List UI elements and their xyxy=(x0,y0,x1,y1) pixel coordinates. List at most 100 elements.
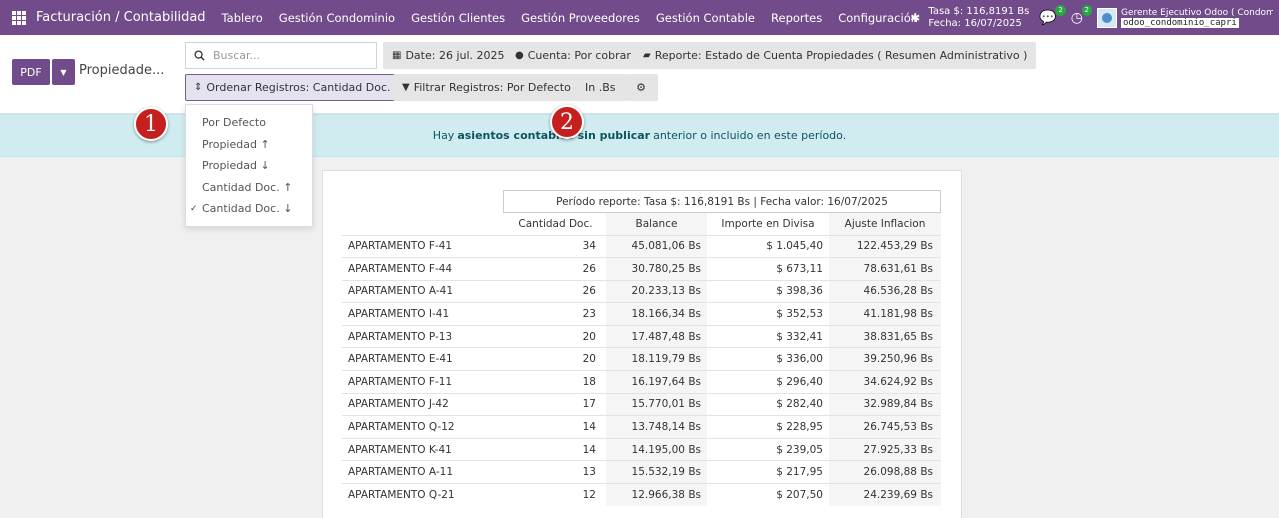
menu-item-reportes[interactable]: Reportes xyxy=(771,11,822,25)
cell-ajuste-inflacion: 38.831,65 Bs xyxy=(829,324,941,348)
cell-balance: 18.166,34 Bs xyxy=(606,302,707,326)
pdf-button[interactable]: PDF xyxy=(12,59,50,85)
step-marker-2: 2 xyxy=(550,105,584,139)
cell-importe-divisa: $ 228,95 xyxy=(707,415,829,439)
cell-property: APARTAMENTO A-41 xyxy=(342,279,505,303)
order-records-button[interactable]: ⇕ Ordenar Registros: Cantidad Doc. ↓ xyxy=(185,74,413,101)
order-option-count-desc[interactable]: Cantidad Doc. ↓ xyxy=(186,198,312,220)
cell-property: APARTAMENTO E-41 xyxy=(342,347,505,371)
header-cantidad-doc: Cantidad Doc. xyxy=(518,217,593,230)
gears-icon: ⚙ xyxy=(636,81,646,94)
cell-cantidad-doc: 20 xyxy=(505,347,606,371)
cell-importe-divisa: $ 398,36 xyxy=(707,279,829,303)
fecha-text: Fecha: 16/07/2025 xyxy=(928,17,1022,29)
search-icon xyxy=(194,50,205,61)
cell-importe-divisa: $ 352,53 xyxy=(707,302,829,326)
table-row[interactable]: APARTAMENTO A-41 26 20.233,13 Bs $ 398,36 46… xyxy=(342,279,941,303)
messages-badge: 2 xyxy=(1055,4,1066,16)
currency-button[interactable]: In .Bs xyxy=(576,74,625,101)
menu-item-gestion-contable[interactable]: Gestión Contable xyxy=(656,11,755,25)
cell-cantidad-doc: 23 xyxy=(505,302,606,326)
cell-property: APARTAMENTO K-41 xyxy=(342,437,505,461)
menu-item-gestion-clientes[interactable]: Gestión Clientes xyxy=(411,11,505,25)
exchange-rate-info: Tasa $: 116,8191 Bs Fecha: 16/07/2025 xyxy=(928,6,1029,30)
alert-prefix: Hay xyxy=(432,129,455,142)
pdf-dropdown-toggle[interactable]: ▼ xyxy=(52,59,75,85)
table-row[interactable]: APARTAMENTO A-11 13 15.532,19 Bs $ 217,95 26… xyxy=(342,460,941,484)
cell-cantidad-doc: 17 xyxy=(505,392,606,416)
cell-balance: 14.195,00 Bs xyxy=(606,437,707,461)
cell-balance: 15.770,01 Bs xyxy=(606,392,707,416)
cell-cantidad-doc: 14 xyxy=(505,415,606,439)
alert-suffix: anterior o incluido en este período. xyxy=(653,129,847,142)
currency-label: In .Bs xyxy=(585,81,616,94)
navbar-systray: ✱ Tasa $: 116,8191 Bs Fecha: 16/07/2025 … xyxy=(910,0,1273,35)
table-row[interactable]: APARTAMENTO P-13 20 17.487,48 Bs $ 332,41 38… xyxy=(342,324,941,348)
account-filter-button[interactable]: ● Cuenta: Por cobrar xyxy=(506,42,640,69)
table-row[interactable]: APARTAMENTO F-11 18 16.197,64 Bs $ 296,40 34… xyxy=(342,370,941,394)
menu-item-gestion-proveedores[interactable]: Gestión Proveedores xyxy=(521,11,640,25)
cell-ajuste-inflacion: 46.536,28 Bs xyxy=(829,279,941,303)
settings-button[interactable]: ⚙ xyxy=(624,74,658,101)
cell-balance: 18.119,79 Bs xyxy=(606,347,707,371)
order-option-property-desc[interactable]: Propiedad ↓ xyxy=(186,155,312,177)
cell-cantidad-doc: 20 xyxy=(505,324,606,348)
header-property xyxy=(342,213,505,235)
sort-icon: ⇕ xyxy=(194,82,203,93)
cell-balance: 17.487,48 Bs xyxy=(606,324,707,348)
cell-ajuste-inflacion: 26.098,88 Bs xyxy=(829,460,941,484)
filter-records-button[interactable]: ▼ Filtrar Registros: Por Defecto xyxy=(393,74,580,101)
order-option-property-asc[interactable]: Propiedad ↑ xyxy=(186,134,312,156)
cell-ajuste-inflacion: 41.181,98 Bs xyxy=(829,302,941,326)
table-row[interactable]: APARTAMENTO I-41 23 18.166,34 Bs $ 352,53 41… xyxy=(342,302,941,326)
activities-badge: 2 xyxy=(1081,4,1092,16)
cell-importe-divisa: $ 332,41 xyxy=(707,324,829,348)
date-filter-button[interactable]: ▦ Date: 26 jul. 2025 xyxy=(383,42,514,69)
search-box[interactable] xyxy=(185,42,377,69)
cell-importe-divisa: $ 282,40 xyxy=(707,392,829,416)
cell-property: APARTAMENTO Q-21 xyxy=(342,483,505,507)
cell-property: APARTAMENTO F-41 xyxy=(342,234,505,258)
table-row[interactable]: APARTAMENTO K-41 14 14.195,00 Bs $ 239,05 27… xyxy=(342,437,941,461)
table-row[interactable]: APARTAMENTO E-41 20 18.119,79 Bs $ 336,00 39… xyxy=(342,347,941,371)
cell-ajuste-inflacion: 34.624,92 Bs xyxy=(829,370,941,394)
order-option-default[interactable]: Por Defecto xyxy=(186,112,312,134)
order-records-dropdown: Por Defecto Propiedad ↑ Propiedad ↓ Cant… xyxy=(185,104,313,227)
report-sheet: Período reporte: Tasa $: 116,8191 Bs | F… xyxy=(322,170,962,518)
calendar-icon: ▦ xyxy=(392,50,402,61)
order-option-count-asc[interactable]: Cantidad Doc. ↑ xyxy=(186,177,312,199)
table-row[interactable]: APARTAMENTO Q-12 14 13.748,14 Bs $ 228,95 26… xyxy=(342,415,941,439)
order-records-label: Ordenar Registros: Cantidad Doc. ↓ xyxy=(206,81,404,94)
menu-item-configuracion[interactable]: Configuración xyxy=(838,11,918,25)
user-menu[interactable]: Gerente Ejecutivo Odoo ( Condomi... odoo… xyxy=(1121,8,1273,28)
app-title[interactable]: Facturación / Contabilidad xyxy=(36,10,206,25)
cell-property: APARTAMENTO A-11 xyxy=(342,460,505,484)
cell-ajuste-inflacion: 32.989,84 Bs xyxy=(829,392,941,416)
avatar[interactable] xyxy=(1097,7,1117,28)
search-input[interactable] xyxy=(213,49,363,62)
table-row[interactable]: APARTAMENTO F-41 34 45.081,06 Bs $ 1.045,40… xyxy=(342,234,941,258)
report-table: Cantidad Doc. Balance Importe en Divisa … xyxy=(342,213,941,507)
report-filter-button[interactable]: ▰ Reporte: Estado de Cuenta Propiedades (… xyxy=(634,42,1037,69)
cell-balance: 45.081,06 Bs xyxy=(606,234,707,258)
cell-ajuste-inflacion: 27.925,33 Bs xyxy=(829,437,941,461)
table-row[interactable]: APARTAMENTO J-42 17 15.770,01 Bs $ 282,40 32… xyxy=(342,392,941,416)
main-menu: Tablero Gestión Condominio Gestión Clien… xyxy=(222,11,934,25)
cell-importe-divisa: $ 207,50 xyxy=(707,483,829,507)
bug-icon[interactable]: ✱ xyxy=(910,11,920,25)
table-row[interactable]: APARTAMENTO F-44 26 30.780,25 Bs $ 673,11 78… xyxy=(342,257,941,281)
table-row[interactable]: APARTAMENTO Q-21 12 12.966,38 Bs $ 207,50 24… xyxy=(342,483,941,507)
apps-menu-icon[interactable] xyxy=(12,10,26,25)
tasa-text: Tasa $: 116,8191 Bs xyxy=(928,5,1030,17)
menu-item-tablero[interactable]: Tablero xyxy=(222,11,263,25)
date-filter-label: Date: 26 jul. 2025 xyxy=(405,49,505,62)
cell-balance: 16.197,64 Bs xyxy=(606,370,707,394)
account-filter-label: Cuenta: Por cobrar xyxy=(527,49,631,62)
messages-icon[interactable]: 💬 2 xyxy=(1039,4,1066,26)
cell-balance: 13.748,14 Bs xyxy=(606,415,707,439)
cell-ajuste-inflacion: 24.239,69 Bs xyxy=(829,483,941,507)
cell-ajuste-inflacion: 26.745,53 Bs xyxy=(829,415,941,439)
cell-property: APARTAMENTO F-44 xyxy=(342,257,505,281)
activities-icon[interactable]: ◷ 2 xyxy=(1071,4,1092,26)
menu-item-gestion-condominio[interactable]: Gestión Condominio xyxy=(279,11,395,25)
